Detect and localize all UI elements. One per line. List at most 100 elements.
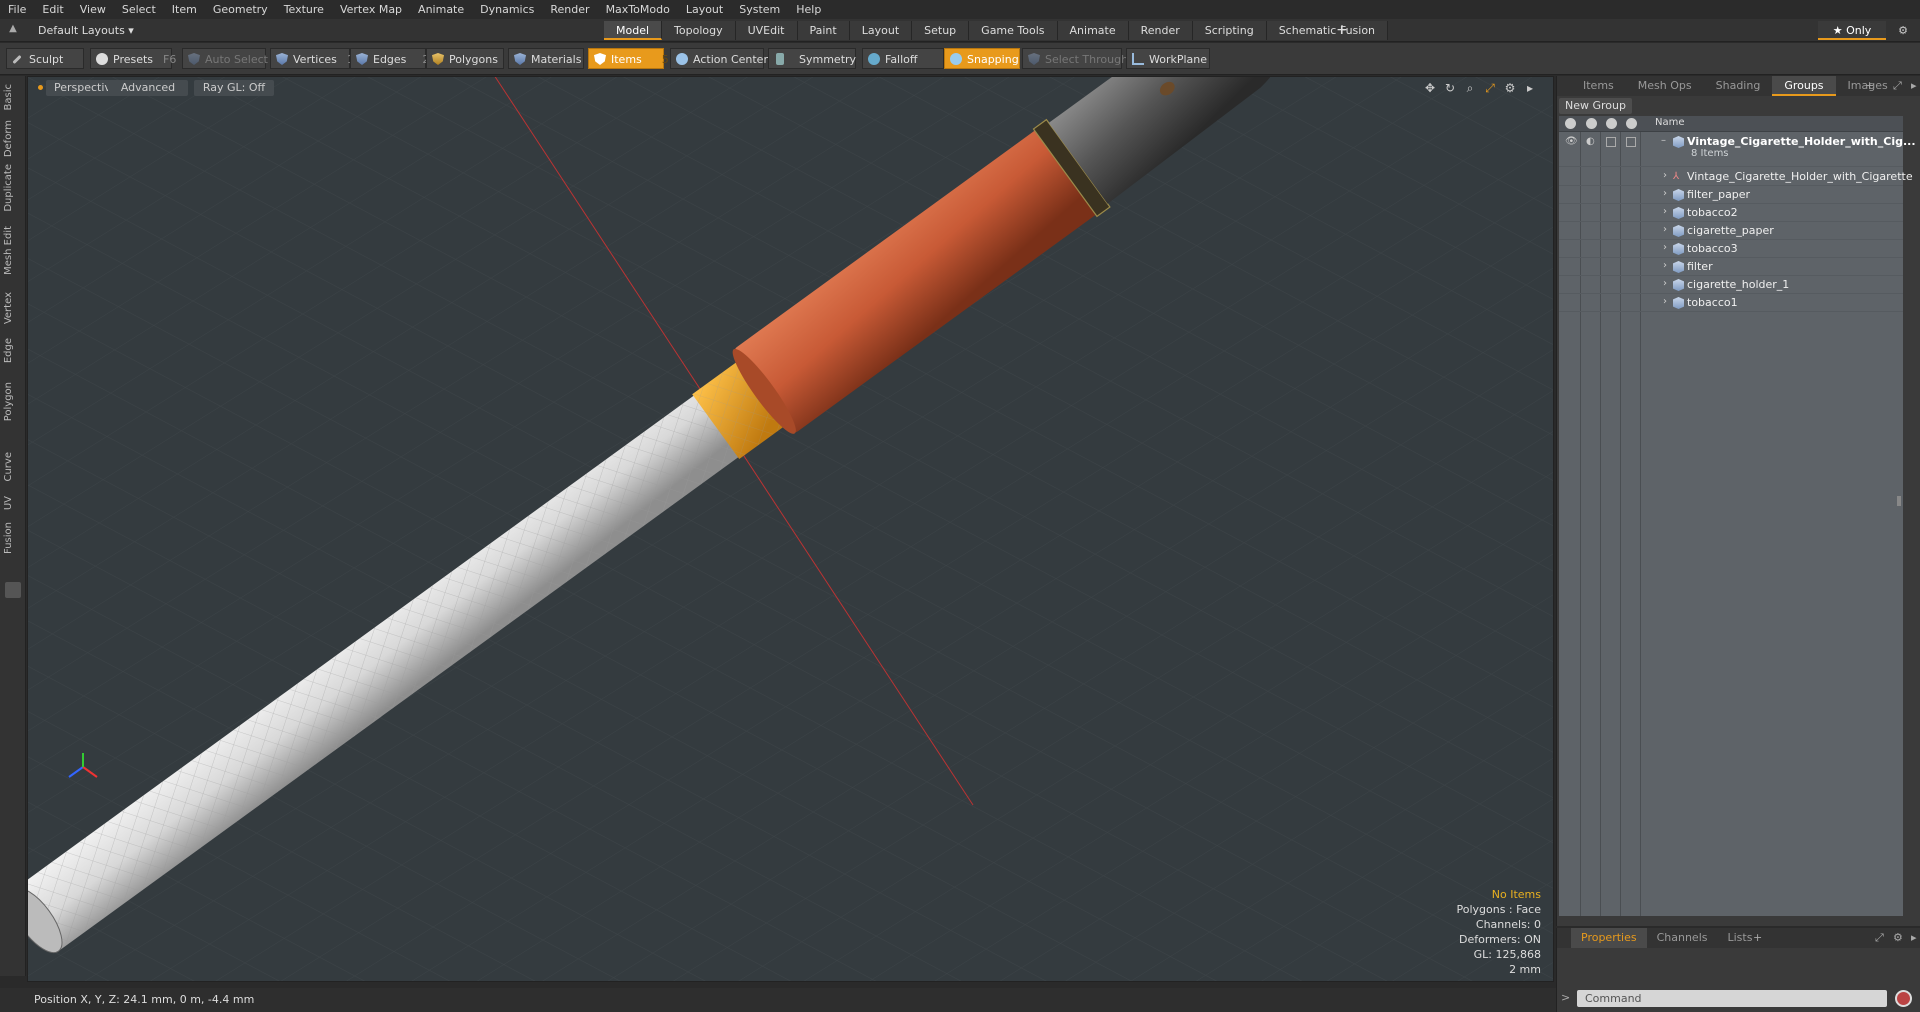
properties-tab-properties[interactable]: Properties xyxy=(1571,928,1647,948)
tree-scrollbar[interactable] xyxy=(1897,496,1901,506)
panel-tab-mesh-ops[interactable]: Mesh Ops xyxy=(1626,76,1704,96)
menu-dynamics[interactable]: Dynamics xyxy=(472,0,542,19)
layout-tab-animate[interactable]: Animate xyxy=(1057,21,1129,40)
command-history-button[interactable] xyxy=(1895,990,1912,1007)
left-tab-duplicate[interactable]: Duplicate xyxy=(3,164,23,212)
menu-view[interactable]: View xyxy=(72,0,114,19)
layout-tab-render[interactable]: Render xyxy=(1128,21,1193,40)
layout-tab-schematic-fusion[interactable]: Schematic Fusion xyxy=(1266,21,1389,40)
only-toggle[interactable]: ★ Only xyxy=(1818,21,1886,40)
tree-group-row[interactable]: 👁 ◐ – Vintage_Cigarette_Holder_with_Cig.… xyxy=(1559,133,1916,167)
lock-column-icon[interactable] xyxy=(1606,118,1617,129)
toggle-panel-button[interactable] xyxy=(5,582,21,598)
symmetry-button[interactable]: Symmetry xyxy=(768,48,856,69)
add-tab-button[interactable]: + xyxy=(1334,21,1350,40)
panel-tab-items[interactable]: Items xyxy=(1571,76,1626,96)
render-icon[interactable]: ◐ xyxy=(1586,136,1598,147)
zoom-view-icon[interactable]: ⌕ xyxy=(1463,81,1477,96)
tree-item-row[interactable]: › cigarette_holder_1 xyxy=(1559,276,1903,294)
render-column-icon[interactable] xyxy=(1586,118,1597,129)
tree-item-row[interactable]: › tobacco1 xyxy=(1559,294,1903,312)
groups-tree[interactable]: Name 👁 ◐ – Vintage_Cigarette_Holder_with… xyxy=(1559,116,1916,916)
workplane-button[interactable]: WorkPlane xyxy=(1126,48,1210,69)
menu-texture[interactable]: Texture xyxy=(276,0,332,19)
menu-edit[interactable]: Edit xyxy=(34,0,71,19)
lock-checkbox[interactable] xyxy=(1606,137,1616,147)
menu-file[interactable]: File xyxy=(0,0,34,19)
collapse-group-icon[interactable]: – xyxy=(1661,135,1666,146)
expand-panel-icon[interactable]: ⤢ xyxy=(1893,76,1902,96)
menu-item[interactable]: Item xyxy=(164,0,205,19)
left-tab-edge[interactable]: Edge xyxy=(3,338,23,363)
layout-tab-layout[interactable]: Layout xyxy=(849,21,913,40)
panel-menu-icon[interactable]: ▸ xyxy=(1911,76,1917,96)
rotate-view-icon[interactable]: ↻ xyxy=(1443,81,1457,96)
viewport-settings-icon[interactable]: ⚙ xyxy=(1503,81,1517,96)
menu-layout[interactable]: Layout xyxy=(678,0,731,19)
menu-help[interactable]: Help xyxy=(788,0,829,19)
add-properties-tab-icon[interactable]: + xyxy=(1753,928,1762,948)
tree-item-row[interactable]: › ⅄ Vintage_Cigarette_Holder_with_Cigarett… xyxy=(1559,168,1913,186)
left-tab-uv[interactable]: UV xyxy=(3,496,23,510)
menu-system[interactable]: System xyxy=(731,0,788,19)
properties-settings-icon[interactable]: ⚙ xyxy=(1893,928,1903,948)
layout-tab-uvedit[interactable]: UVEdit xyxy=(735,21,798,40)
expand-item-icon[interactable]: › xyxy=(1663,242,1667,253)
gear-icon[interactable]: ⚙ xyxy=(1894,21,1912,40)
viewport-scene[interactable] xyxy=(28,77,1554,982)
select-checkbox[interactable] xyxy=(1626,137,1636,147)
snapping-button[interactable]: Snapping xyxy=(944,48,1020,69)
layout-tab-scripting[interactable]: Scripting xyxy=(1192,21,1267,40)
falloff-button[interactable]: Falloff xyxy=(862,48,944,69)
auto-select-button[interactable]: Auto Select xyxy=(182,48,268,69)
expand-properties-icon[interactable]: ⤢ xyxy=(1875,928,1884,948)
left-tab-curve[interactable]: Curve xyxy=(3,452,23,482)
visibility-column-icon[interactable] xyxy=(1565,118,1576,129)
materials-button[interactable]: Materials xyxy=(508,48,584,69)
maximize-view-icon[interactable]: ⤢ xyxy=(1483,81,1497,96)
viewport-menu-icon[interactable]: ▸ xyxy=(1523,81,1537,96)
menu-geometry[interactable]: Geometry xyxy=(205,0,276,19)
3d-viewport[interactable]: Perspective Advanced Ray GL: Off ✥ ↻ ⌕ ⤢… xyxy=(27,76,1554,982)
polygons-button[interactable]: Polygons xyxy=(426,48,504,69)
left-tab-basic[interactable]: Basic xyxy=(3,84,23,110)
expand-item-icon[interactable]: › xyxy=(1663,296,1667,307)
menu-animate[interactable]: Animate xyxy=(410,0,472,19)
edges-button[interactable]: Edges2 xyxy=(350,48,429,69)
menu-vertex-map[interactable]: Vertex Map xyxy=(332,0,410,19)
eye-icon[interactable]: 👁 xyxy=(1565,136,1578,147)
vertices-button[interactable]: Vertices1 xyxy=(270,48,354,69)
properties-tab-channels[interactable]: Channels xyxy=(1647,928,1718,948)
command-input[interactable]: Command xyxy=(1577,990,1887,1007)
layout-tab-paint[interactable]: Paint xyxy=(797,21,850,40)
left-tab-fusion[interactable]: Fusion xyxy=(3,522,23,554)
menu-render[interactable]: Render xyxy=(542,0,597,19)
presets-button[interactable]: Presets F6 xyxy=(90,48,176,69)
expand-item-icon[interactable]: › xyxy=(1663,188,1667,199)
expand-item-icon[interactable]: › xyxy=(1663,170,1667,181)
action-center-button[interactable]: Action Center xyxy=(670,48,768,69)
expand-item-icon[interactable]: › xyxy=(1663,260,1667,271)
collapse-icon[interactable]: ▲ xyxy=(6,23,20,37)
menu-select[interactable]: Select xyxy=(114,0,164,19)
add-panel-tab-icon[interactable]: + xyxy=(1865,76,1874,96)
tree-item-row[interactable]: › tobacco2 xyxy=(1559,204,1903,222)
left-tab-vertex[interactable]: Vertex xyxy=(3,292,23,324)
advanced-dropdown[interactable]: Advanced xyxy=(108,80,188,96)
expand-item-icon[interactable]: › xyxy=(1663,206,1667,217)
expand-item-icon[interactable]: › xyxy=(1663,278,1667,289)
new-group-button[interactable]: New Group xyxy=(1559,98,1632,114)
layout-tab-model[interactable]: Model xyxy=(604,21,663,40)
tree-item-row[interactable]: › cigarette_paper xyxy=(1559,222,1903,240)
layout-tab-game-tools[interactable]: Game Tools xyxy=(969,21,1058,40)
raygl-dropdown[interactable]: Ray GL: Off xyxy=(194,80,274,96)
properties-menu-icon[interactable]: ▸ xyxy=(1911,928,1917,948)
layout-tab-setup[interactable]: Setup xyxy=(912,21,970,40)
items-button[interactable]: Items 5 xyxy=(588,48,669,69)
tree-item-row[interactable]: › filter_paper xyxy=(1559,186,1903,204)
select-column-icon[interactable] xyxy=(1626,118,1637,129)
layout-tab-topology[interactable]: Topology xyxy=(662,21,736,40)
tree-item-row[interactable]: › filter xyxy=(1559,258,1903,276)
name-column-header[interactable]: Name xyxy=(1655,117,1685,128)
panel-tab-shading[interactable]: Shading xyxy=(1704,76,1773,96)
